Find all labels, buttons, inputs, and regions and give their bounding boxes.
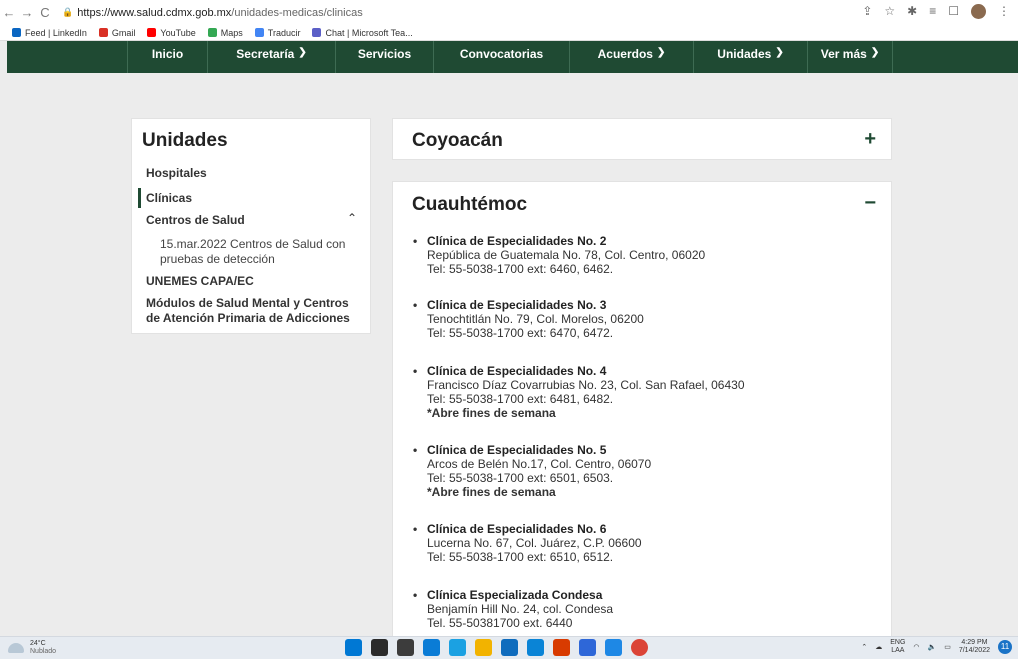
minus-icon[interactable]: − bbox=[864, 192, 876, 215]
bookmarks-bar: Feed | LinkedIn Gmail YouTube Maps Tradu… bbox=[0, 25, 1018, 41]
share-icon[interactable]: ⇪ bbox=[862, 4, 872, 19]
nav-item-spacer bbox=[7, 41, 128, 73]
wifi-icon[interactable]: ◠ bbox=[913, 643, 919, 651]
list-item: • Clínica de Especialidades No. 2 Repúbli… bbox=[413, 234, 706, 276]
maps-icon bbox=[207, 28, 217, 37]
lock-icon[interactable]: 🔒 bbox=[62, 7, 73, 18]
chevron-down-icon: ❯ bbox=[870, 47, 880, 58]
bookmark-linkedin[interactable]: Feed | LinkedIn bbox=[12, 28, 87, 38]
bookmark-maps[interactable]: Maps bbox=[207, 28, 243, 38]
bookmark-youtube[interactable]: YouTube bbox=[147, 28, 196, 38]
outlook-icon[interactable] bbox=[605, 639, 622, 656]
accordion-title: Cuauhtémoc bbox=[412, 194, 528, 215]
menu-icon[interactable]: ⋮ bbox=[998, 4, 1010, 19]
cloud-icon bbox=[8, 643, 24, 653]
nav-item-acuerdos[interactable]: Acuerdos ❯ bbox=[570, 41, 694, 73]
sidebar-title: Unidades bbox=[142, 130, 228, 151]
star-icon[interactable]: ☆ bbox=[884, 4, 895, 19]
list-item: • Clínica de Especialidades No. 6 Lucerna… bbox=[413, 522, 642, 564]
nav-item-ver-mas[interactable]: Ver más ❯ bbox=[808, 41, 893, 73]
nav-item-secretaria[interactable]: Secretaría ❯ bbox=[208, 41, 336, 73]
sidebar-item-clinicas[interactable]: Clínicas bbox=[146, 191, 192, 205]
sidebar-item-centros-de-salud[interactable]: Centros de Salud bbox=[146, 213, 245, 227]
url-input[interactable]: https://www.salud.cdmx.gob.mx/unidades-m… bbox=[77, 7, 363, 19]
chevron-down-icon: ❯ bbox=[656, 47, 666, 58]
office-icon[interactable] bbox=[553, 639, 570, 656]
list-item: • Clínica de Especialidades No. 4 Francis… bbox=[413, 364, 745, 420]
chevron-up-icon[interactable]: ⌃ bbox=[347, 211, 357, 225]
start-icon[interactable] bbox=[345, 639, 362, 656]
url-path: /unidades-medicas/clinicas bbox=[231, 6, 363, 19]
volume-icon[interactable]: 🔈 bbox=[928, 643, 937, 651]
reload-icon[interactable]: C bbox=[36, 5, 54, 20]
url-host: https://www.salud.cdmx.gob.mx bbox=[77, 6, 232, 19]
units-sidebar: Unidades Hospitales Clínicas Centros de … bbox=[131, 118, 371, 334]
chrome-icon[interactable] bbox=[631, 639, 648, 656]
weather-temp: 24°C bbox=[30, 640, 46, 647]
profile-avatar-icon[interactable] bbox=[971, 4, 986, 19]
task-view-icon[interactable] bbox=[397, 639, 414, 656]
windows-taskbar: 24°C Nublado ⌃ ☁ ENG LAA ◠ 🔈 ▭ 4:29 PM 7… bbox=[0, 636, 1018, 659]
chevron-down-icon: ❯ bbox=[298, 47, 307, 58]
store-icon[interactable] bbox=[501, 639, 518, 656]
chevron-down-icon: ❯ bbox=[775, 47, 784, 58]
accordion-cuauhtemoc-content: • Clínica de Especialidades No. 2 Repúbli… bbox=[392, 224, 892, 636]
accordion-coyoacan[interactable]: Coyoacán + bbox=[392, 118, 892, 160]
extensions-icon[interactable]: ✱ bbox=[907, 4, 917, 19]
sidebar-item-modulos-salud-mental[interactable]: Módulos de Salud Mental y Centros de Ate… bbox=[146, 296, 366, 326]
translate-icon bbox=[254, 28, 264, 37]
bookmark-translate[interactable]: Traducir bbox=[254, 28, 300, 38]
nav-item-convocatorias[interactable]: Convocatorias bbox=[434, 41, 570, 73]
chat-icon[interactable] bbox=[423, 639, 440, 656]
browser-address-bar: ← → C 🔒 https://www.salud.cdmx.gob.mx/un… bbox=[0, 0, 1018, 25]
sidebar-active-indicator bbox=[138, 188, 141, 208]
forward-icon[interactable]: → bbox=[18, 5, 36, 20]
chevron-up-icon[interactable]: ⌃ bbox=[861, 643, 867, 651]
accordion-cuauhtemoc[interactable]: Cuauhtémoc − bbox=[392, 181, 892, 225]
browser-toolbar-icons: ⇪ ☆ ✱ ≡ ☐ ⋮ bbox=[862, 4, 1010, 19]
list-item: • Clínica Especializada Condesa Benjamín … bbox=[413, 588, 614, 630]
nav-item-servicios[interactable]: Servicios bbox=[336, 41, 434, 73]
clock[interactable]: 4:29 PM 7/14/2022 bbox=[959, 639, 990, 655]
sidebar-item-unemes[interactable]: UNEMES CAPA/EC bbox=[146, 274, 254, 288]
language-indicator[interactable]: ENG LAA bbox=[890, 639, 905, 655]
system-tray: ⌃ ☁ ENG LAA ◠ 🔈 ▭ 4:29 PM 7/14/2022 11 bbox=[861, 639, 1012, 655]
file-explorer-icon[interactable] bbox=[475, 639, 492, 656]
nav-item-unidades[interactable]: Unidades ❯ bbox=[694, 41, 808, 73]
split-view-icon[interactable]: ☐ bbox=[948, 4, 959, 19]
teams-icon bbox=[312, 28, 322, 37]
weather-widget[interactable]: 24°C Nublado bbox=[8, 640, 56, 656]
search-icon[interactable] bbox=[371, 639, 388, 656]
bookmark-gmail[interactable]: Gmail bbox=[98, 28, 135, 38]
site-main-nav: Inicio Secretaría ❯ Servicios Convocatori… bbox=[7, 41, 1018, 73]
weather-condition: Nublado bbox=[30, 648, 57, 655]
linkedin-icon bbox=[12, 28, 21, 37]
list-item: • Clínica de Especialidades No. 5 Arcos d… bbox=[413, 443, 652, 499]
edge-icon[interactable] bbox=[449, 639, 466, 656]
taskbar-apps bbox=[345, 639, 648, 656]
plus-icon[interactable]: + bbox=[864, 128, 876, 151]
accordion-title: Coyoacán bbox=[412, 130, 503, 151]
sidebar-item-hospitales[interactable]: Hospitales bbox=[146, 166, 207, 180]
gmail-icon bbox=[98, 28, 108, 37]
battery-icon[interactable]: ▭ bbox=[944, 643, 951, 651]
youtube-icon bbox=[147, 28, 157, 37]
teams-icon[interactable] bbox=[579, 639, 596, 656]
reading-list-icon[interactable]: ≡ bbox=[929, 4, 936, 19]
nav-item-inicio[interactable]: Inicio bbox=[128, 41, 208, 73]
bookmark-teams[interactable]: Chat | Microsoft Tea... bbox=[312, 28, 413, 38]
back-icon[interactable]: ← bbox=[0, 5, 18, 20]
cloud-sync-icon[interactable]: ☁ bbox=[875, 643, 882, 651]
list-item: • Clínica de Especialidades No. 3 Tenocht… bbox=[413, 298, 644, 340]
notification-badge[interactable]: 11 bbox=[998, 640, 1012, 654]
sidebar-subitem-pruebas[interactable]: 15.mar.2022 Centros de Salud con pruebas… bbox=[160, 237, 360, 267]
mail-icon[interactable] bbox=[527, 639, 544, 656]
